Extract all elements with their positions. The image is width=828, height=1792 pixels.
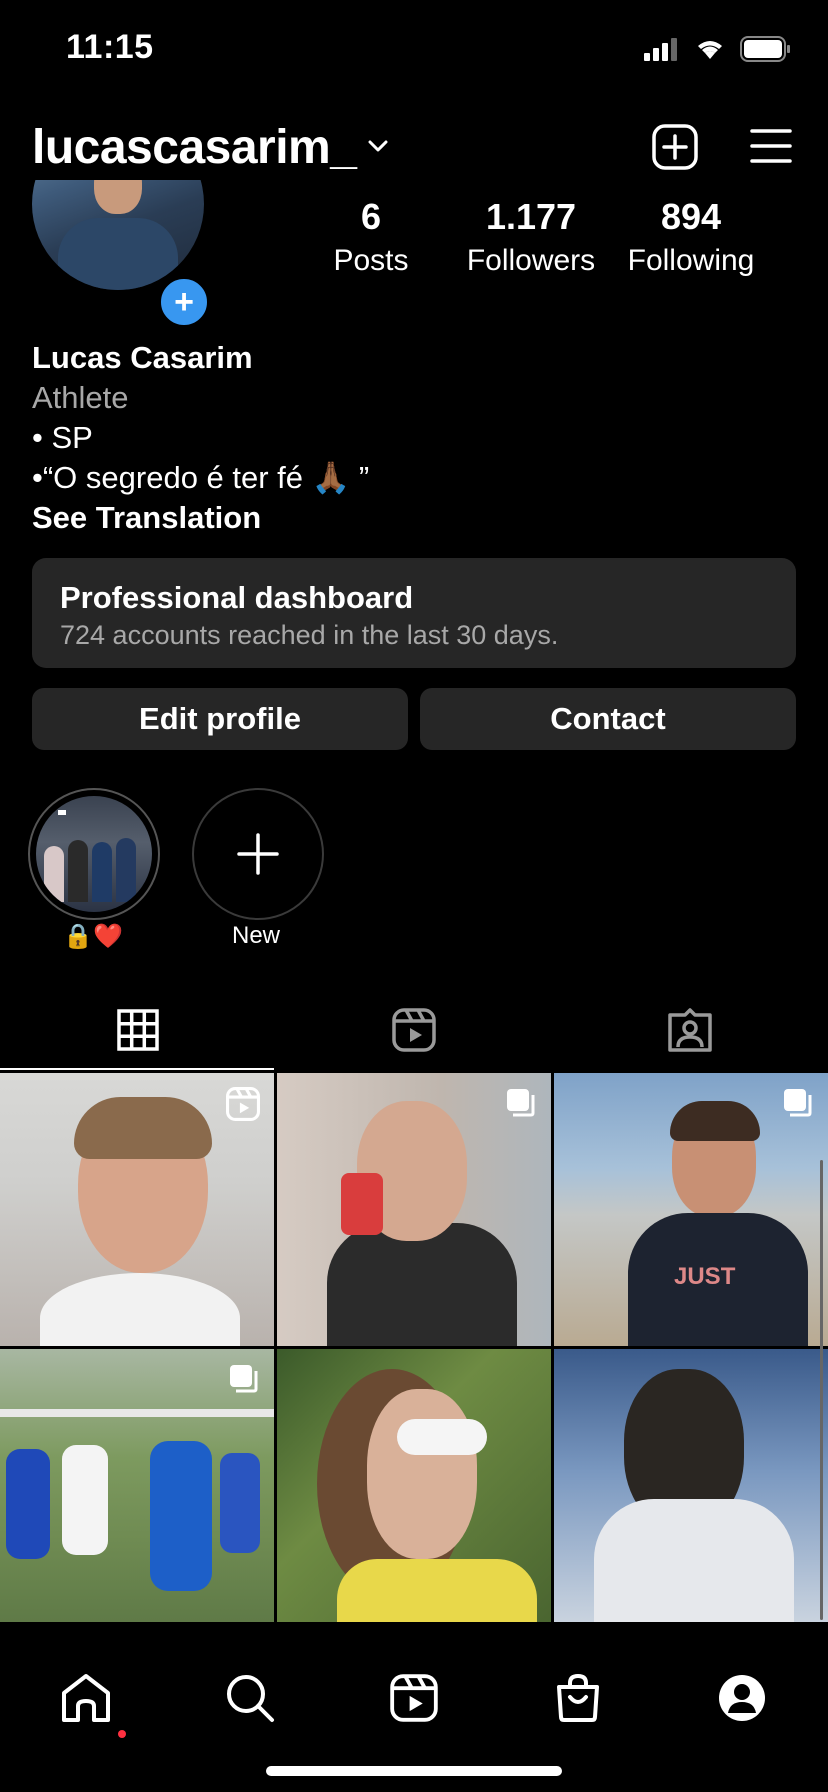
active-tab-indicator [0, 1068, 274, 1070]
highlight-label: 🔒❤️ [63, 923, 123, 950]
cellular-signal-icon [644, 38, 677, 61]
shop-icon [557, 1673, 599, 1722]
nav-search[interactable] [200, 1648, 300, 1748]
followers-label: Followers [466, 244, 596, 277]
following-value: 894 [660, 196, 722, 237]
bio-line: •“O segredo é ter fé 🙏🏾 ” [32, 460, 370, 495]
scrollbar[interactable] [820, 1160, 823, 1620]
tab-tagged[interactable] [552, 990, 828, 1070]
status-bar: 11:15 [0, 0, 828, 100]
profile-header: lucascasarim_ [0, 110, 828, 190]
reel-icon [226, 1087, 260, 1121]
new-highlight-button[interactable] [192, 788, 324, 920]
post-thumbnail[interactable]: JUST [554, 1073, 828, 1346]
carousel-icon [784, 1089, 812, 1117]
see-translation-link[interactable]: See Translation [32, 498, 369, 538]
profile-icon [719, 1675, 765, 1721]
story-highlight[interactable] [28, 788, 160, 920]
post-thumbnail[interactable] [277, 1073, 551, 1346]
posts-label: Posts [333, 244, 409, 277]
status-icons [644, 36, 792, 62]
highlight-label: New [231, 922, 280, 949]
notification-dot [118, 1730, 126, 1738]
profile-tabs [0, 990, 828, 1072]
posts-count[interactable]: 6 Posts [296, 196, 446, 278]
contact-button[interactable]: Contact [420, 688, 796, 750]
bio-line: • SP [32, 420, 93, 455]
account-switcher[interactable]: lucascasarim_ [32, 120, 357, 175]
carousel-icon [507, 1089, 535, 1117]
home-icon [62, 1674, 110, 1722]
post-thumbnail[interactable] [0, 1073, 274, 1346]
tab-reels[interactable] [276, 990, 552, 1070]
battery-icon [740, 36, 790, 62]
add-story-button[interactable]: + [156, 274, 212, 330]
post-thumbnail[interactable] [554, 1349, 828, 1622]
create-post-icon[interactable] [652, 124, 698, 170]
nav-shop[interactable] [528, 1648, 628, 1748]
plus-icon [237, 833, 279, 875]
home-indicator[interactable] [266, 1766, 562, 1776]
post-thumbnail[interactable] [0, 1349, 274, 1622]
following-count[interactable]: 894 Following [616, 196, 766, 278]
dashboard-title: Professional dashboard [60, 580, 414, 615]
menu-icon[interactable] [750, 128, 792, 164]
followers-value: 1.177 [485, 196, 577, 237]
nav-home[interactable] [36, 1648, 136, 1748]
reels-icon [392, 1008, 436, 1052]
wifi-icon [698, 41, 722, 59]
edit-profile-button[interactable]: Edit profile [32, 688, 408, 750]
followers-count[interactable]: 1.177 Followers [456, 196, 606, 278]
carousel-icon [230, 1365, 258, 1393]
nav-profile[interactable] [692, 1648, 792, 1748]
chevron-down-icon[interactable] [366, 134, 390, 158]
nav-reels[interactable] [364, 1648, 464, 1748]
profile-category: Athlete [32, 380, 129, 415]
posts-value: 6 [360, 196, 382, 237]
status-time: 11:15 [66, 28, 154, 66]
bio: Lucas Casarim Athlete • SP •“O segredo é… [32, 338, 369, 538]
dashboard-subtitle: 724 accounts reached in the last 30 days… [60, 620, 559, 650]
tagged-icon [668, 1008, 712, 1052]
post-thumbnail[interactable] [277, 1349, 551, 1622]
professional-dashboard[interactable]: Professional dashboard 724 accounts reac… [32, 558, 796, 668]
posts-grid: JUST [0, 1073, 828, 1623]
reels-icon [390, 1674, 438, 1722]
tab-grid[interactable] [0, 990, 276, 1070]
grid-icon [117, 1009, 159, 1051]
highlight-cover [36, 796, 152, 912]
following-label: Following [627, 244, 755, 277]
search-icon [227, 1675, 274, 1722]
profile-name: Lucas Casarim [32, 340, 253, 375]
